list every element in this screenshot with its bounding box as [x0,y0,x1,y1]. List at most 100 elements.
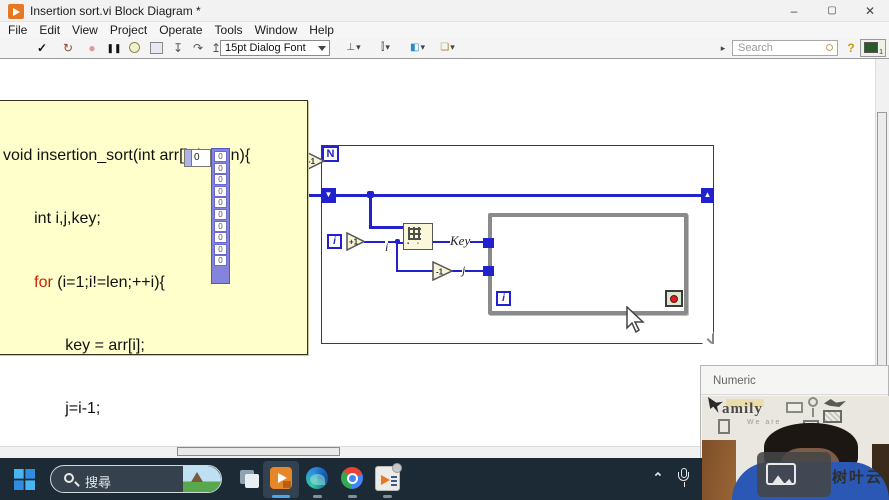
image-icon [766,463,796,485]
array-cell[interactable]: 0 [214,244,227,255]
decrement-node-label: -1 [308,157,316,166]
retain-wire-values-icon[interactable] [150,42,163,54]
webcam-letter-frame [718,419,730,434]
maximize-button[interactable]: ▢ [816,0,848,22]
close-button[interactable]: ✕ [854,0,886,22]
chrome-browser-icon[interactable] [341,467,363,489]
index-array-marks: ▪ ▫ [407,241,422,247]
array-cell[interactable]: 0 [214,232,227,243]
resize-objects-button[interactable]: ◧ [404,40,431,56]
search-icon [826,44,833,51]
labview-arrow-icon [381,475,390,485]
increment-node[interactable]: +1 [346,232,365,251]
palette-title: Numeric [713,375,756,387]
webcam-wall-logo-icon [708,397,723,413]
taskbar-search-box[interactable]: 搜尋 [50,465,222,493]
highlight-execution-icon[interactable] [129,42,140,53]
font-selector[interactable]: 15pt Dialog Font [220,40,330,56]
screen-recorder-app-icon[interactable] [270,467,292,489]
array-cell[interactable]: 0 [214,255,227,266]
array-cell[interactable]: 0 [214,197,227,208]
step-over-icon[interactable]: ↷ [190,41,206,56]
wire-label-i: i [385,240,388,255]
array-cell[interactable]: 0 [214,174,227,185]
array-wire-branch-v[interactable] [369,196,372,226]
step-into-icon[interactable]: ↧ [170,41,186,56]
palette-separator [701,394,888,395]
array-index-display[interactable]: 0 [184,149,211,167]
edge-browser-icon[interactable] [306,467,328,489]
run-button-icon[interactable]: ✓ [34,41,50,56]
array-index-stepper-icon[interactable] [185,150,192,166]
menu-window[interactable]: Window [255,23,308,37]
search-input[interactable]: Search [732,40,838,56]
menu-tools[interactable]: Tools [215,23,253,37]
array-cell[interactable]: 0 [214,151,227,162]
j-branch-wire-h[interactable] [396,270,433,272]
menu-view[interactable]: View [72,23,108,37]
help-icon[interactable]: ? [845,41,857,56]
j-branch-wire-v[interactable] [396,242,398,271]
start-button-icon[interactable] [14,469,35,490]
shift-register-left-icon[interactable]: ▼ [321,188,336,203]
distribute-objects-button[interactable]: ⫿ [372,40,399,56]
minimize-button[interactable]: – [778,0,810,22]
screen: Insertion sort.vi Block Diagram * – ▢ ✕ … [0,0,889,500]
pause-icon[interactable]: ❚❚ [106,41,122,56]
shift-register-right-icon[interactable]: ▲ [701,188,714,203]
mouse-cursor [626,306,646,333]
wire-label-key: Key [450,233,470,249]
index-array-node[interactable]: ▪ ▫ [403,223,433,250]
i-wire[interactable] [364,241,397,243]
decrement-node[interactable]: -1 [305,151,325,171]
webcam-brand-text: amily [722,401,763,418]
array-cell[interactable]: 0 [214,163,227,174]
align-objects-button[interactable]: ⊥ [340,40,367,56]
task-view-icon-front [245,474,259,488]
labview-taskbar-icon[interactable] [375,466,400,491]
code-comment-box[interactable]: void insertion_sort(int arr[], int len){… [0,100,308,355]
context-help-button[interactable]: 1 [860,39,886,57]
array-cell[interactable]: 0 [214,221,227,232]
j-out-wire[interactable] [452,270,484,272]
array-cell[interactable]: 0 [214,209,227,220]
svg-text:-1: -1 [436,268,444,277]
code-line: key = arr[i]; [3,335,271,356]
while-loop-iteration-terminal[interactable]: i [496,291,511,306]
labview-app-icon [8,4,24,19]
toolbar-overflow-icon[interactable]: ▸ [718,41,728,56]
decrement-j-node[interactable]: -1 [432,261,453,281]
menu-project[interactable]: Project [110,23,157,37]
array-cell[interactable]: 0 [214,186,227,197]
reorder-button[interactable]: ❏ [434,40,461,56]
webcam-patterned-frame-icon [823,410,842,423]
tunnel-j[interactable] [483,266,494,276]
menu-help[interactable]: Help [309,23,344,37]
array-wire-outside[interactable] [306,194,321,197]
tunnel-key[interactable] [483,238,494,248]
array-wire-branch-h[interactable] [369,226,403,229]
recorder-badge [283,481,291,488]
search-icon [64,473,74,483]
code-line: j=i-1; [3,398,271,419]
labview-bars-icon [391,474,397,486]
microphone-icon[interactable] [678,468,690,488]
wire-label-j: j [462,263,465,278]
title-bar: Insertion sort.vi Block Diagram * – ▢ ✕ [0,0,889,22]
tray-chevron-up-icon[interactable]: ⌃ [650,470,666,486]
for-loop-iteration-terminal[interactable]: i [327,234,342,249]
loop-condition-terminal[interactable] [665,290,683,307]
window-title: Insertion sort.vi Block Diagram * [30,4,201,18]
abort-icon[interactable]: ● [84,41,100,56]
array-constant[interactable]: 0 0 0 0 0 0 0 0 0 0 [211,148,230,284]
array-wire-main[interactable] [336,194,701,197]
menu-operate[interactable]: Operate [159,23,212,37]
run-continuously-icon[interactable]: ↻ [60,41,76,56]
menu-file[interactable]: File [8,23,37,37]
while-loop-border[interactable] [488,213,688,315]
menu-edit[interactable]: Edit [39,23,70,37]
webcam-wall-frame-icon [786,402,803,413]
menu-bar: File Edit View Project Operate Tools Win… [0,22,889,38]
watermark-text: 树叶云 [832,466,883,487]
weather-widget-image[interactable] [183,466,221,493]
